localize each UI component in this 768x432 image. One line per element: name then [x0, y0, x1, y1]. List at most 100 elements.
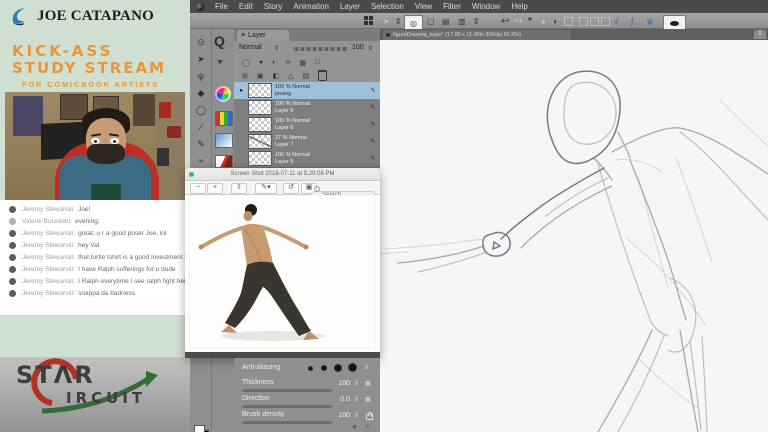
brush-density-slider[interactable] — [242, 421, 332, 424]
menu-file[interactable]: File — [215, 2, 228, 11]
transform-icon[interactable] — [564, 17, 573, 26]
direction-slider[interactable] — [242, 405, 332, 408]
tab-close-icon[interactable] — [386, 33, 390, 37]
snap-curve-icon[interactable]: ∫ — [631, 14, 633, 28]
stepper-icon[interactable]: ⇕ — [395, 14, 402, 28]
menu-edit[interactable]: Edit — [239, 2, 253, 11]
opacity-stepper-icon[interactable]: ⇕ — [368, 45, 373, 52]
menu-animation[interactable]: Animation — [293, 2, 329, 11]
main-color-swatch[interactable] — [194, 425, 205, 432]
tab-layer[interactable]: ≡ Layer — [237, 30, 289, 41]
pen-tool-icon[interactable]: ∕ — [190, 120, 212, 134]
menu-layer[interactable]: Layer — [340, 2, 360, 11]
save-icon[interactable]: ▥ — [458, 14, 466, 28]
brush-tool-icon[interactable]: ≈ — [190, 154, 212, 168]
thickness-stepper-icon[interactable]: ⇕ — [354, 380, 359, 387]
stepper-icon[interactable]: ⇕ — [473, 14, 480, 28]
preview-titlebar[interactable]: Screen Shot 2018-07-11 at 9.29.08 PM — [185, 168, 380, 181]
squiggle-icon[interactable]: ≈ — [366, 424, 369, 430]
gradient-swatch-icon[interactable] — [215, 133, 233, 148]
layer-edit-icon[interactable]: ✎ — [366, 104, 380, 111]
menu-window[interactable]: Window — [472, 2, 500, 11]
rotate-button[interactable]: ↺ — [283, 183, 299, 194]
new-layer-icon[interactable]: ⊞ — [242, 72, 248, 80]
open-file-icon[interactable]: ▤ — [442, 14, 450, 28]
lock-icon[interactable]: □ — [315, 59, 319, 66]
delete-layer-icon[interactable] — [318, 70, 327, 81]
menu-selection[interactable]: Selection — [371, 2, 404, 11]
color-wheel-icon[interactable] — [215, 86, 231, 102]
zoom-tool-icon[interactable]: Q — [214, 33, 225, 49]
pencil-tool-icon[interactable]: ✎ — [190, 137, 212, 151]
blend-mode-select[interactable]: Normal — [239, 44, 262, 51]
drawing-canvas[interactable] — [380, 40, 768, 432]
direction-dynamics-icon[interactable]: ▦ — [365, 396, 371, 403]
oval-icon[interactable]: ◯ — [242, 59, 250, 67]
visibility-eye-icon[interactable]: ● — [234, 88, 248, 94]
thickness-slider[interactable] — [242, 389, 332, 392]
eraser-icon[interactable]: ◗ — [553, 14, 558, 28]
tab-scroll-button[interactable]: ⇕ — [754, 30, 766, 39]
thickness-dynamics-icon[interactable]: ▦ — [365, 380, 371, 387]
brush-density-stepper-icon[interactable]: ⇕ — [354, 412, 359, 419]
menu-filter[interactable]: Filter — [443, 2, 461, 11]
dot-icon[interactable]: ● — [259, 59, 263, 66]
magnifier-tool-icon[interactable]: ⊙ — [190, 35, 212, 49]
folder-icon[interactable]: ▤ — [303, 72, 310, 80]
approx-color-icon[interactable] — [215, 155, 233, 168]
antialias-strong-button[interactable] — [348, 363, 357, 372]
direction-stepper-icon[interactable]: ⇕ — [354, 396, 359, 403]
lock-icon[interactable] — [366, 414, 373, 420]
search-field[interactable] — [310, 183, 376, 192]
layer-edit-icon[interactable]: ✎ — [366, 87, 380, 94]
mask-icon[interactable]: ◧ — [273, 72, 280, 80]
markup-button[interactable]: ✎▾ — [255, 183, 277, 194]
chat-panel[interactable]: Jeremy Stewarski: Joe! Valerie Bucellato… — [0, 200, 190, 315]
blend-stepper-icon[interactable]: ⇕ — [274, 45, 279, 52]
share-button[interactable]: ⇧ — [231, 183, 247, 194]
layer-thumbnail[interactable] — [248, 83, 272, 98]
undo-icon[interactable]: ↩ — [501, 14, 509, 28]
layer-thumbnail[interactable] — [248, 151, 272, 166]
antialias-weak-button[interactable] — [321, 365, 327, 371]
menu-story[interactable]: Story — [264, 2, 283, 11]
menu-help[interactable]: Help — [511, 2, 527, 11]
layer-row-6[interactable]: 100 % Normal Layer 6 ✎ — [234, 116, 380, 134]
layer-edit-icon[interactable]: ✎ — [366, 121, 380, 128]
opacity-slider[interactable] — [292, 47, 348, 51]
grid-icon[interactable]: ▦ — [299, 59, 306, 67]
antialias-stepper-icon[interactable]: ⇕ — [364, 364, 369, 371]
layer-edit-icon[interactable]: ✎ — [366, 155, 380, 162]
eyedropper-tool-icon[interactable]: ◆ — [190, 86, 212, 100]
halftone-icon[interactable]: ◐ — [272, 59, 276, 66]
layer-row-posing[interactable]: ● 100 % Normal posing ✎ — [234, 82, 380, 100]
antialias-medium-button[interactable] — [334, 364, 342, 372]
cursor-icon[interactable]: ➤ — [216, 56, 225, 67]
zoom-out-button[interactable]: − — [190, 183, 206, 194]
new-document-icon[interactable]: ▢ — [427, 14, 435, 28]
menu-view[interactable]: View — [415, 2, 432, 11]
ruler-icon[interactable]: △ — [288, 72, 293, 80]
layer-thumbnail[interactable] — [248, 117, 272, 132]
document-tab[interactable]: figureDrawing_kass* (17.00 x 11.00in 300… — [383, 30, 571, 40]
layer-row-5[interactable]: 100 % Normal Layer 5 ✎ — [234, 150, 380, 168]
sparkle-icon[interactable]: ✳ — [352, 424, 357, 431]
lasso-tool-icon[interactable]: ◯ — [190, 103, 212, 117]
snap-ruler-icon[interactable]: √ — [614, 14, 618, 28]
zoom-in-button[interactable]: + — [207, 183, 223, 194]
layer-row-8[interactable]: 100 % Normal Layer 8 ✎ — [234, 99, 380, 117]
clear-icon[interactable]: * — [528, 14, 532, 28]
layer-edit-icon[interactable]: ✎ — [366, 138, 380, 145]
layer-thumbnail[interactable] — [248, 100, 272, 115]
color-set-icon[interactable] — [215, 111, 233, 126]
snap-pin-icon[interactable]: ψ — [647, 14, 653, 28]
clip-icon[interactable]: ∞ — [285, 59, 290, 66]
antialias-none-button[interactable] — [308, 366, 313, 371]
reference-photo-window[interactable]: Screen Shot 2018-07-11 at 9.29.08 PM − +… — [185, 168, 380, 358]
app-logo-icon[interactable] — [196, 3, 204, 11]
hand-tool-icon[interactable]: ψ — [190, 69, 212, 83]
workspace-grid-icon[interactable] — [364, 16, 373, 25]
move-tool-icon[interactable]: ➤ — [190, 52, 212, 66]
layer-thumbnail[interactable] — [248, 134, 272, 149]
layer-row-7[interactable]: 27 % Normal Layer 7 ✎ — [234, 133, 380, 151]
